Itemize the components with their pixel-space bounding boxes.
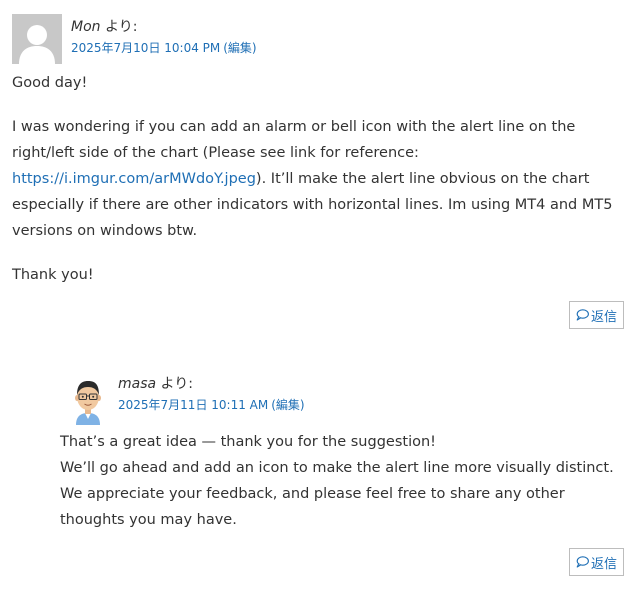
comment-date-line: 2025年7月10日 10:04 PM (編集) (71, 40, 257, 56)
comment-meta: Mon より: 2025年7月10日 10:04 PM (編集) (12, 14, 624, 64)
reply-row: 返信 (568, 548, 624, 576)
edit-link[interactable]: (編集) (271, 398, 304, 412)
comment-body: That’s a great idea — thank you for the … (60, 429, 624, 533)
comment-line: We’ll go ahead and add an icon to make t… (60, 460, 614, 476)
comment-body: Good day! I was wondering if you can add… (12, 70, 624, 288)
comment-text-part1: I was wondering if you can add an alarm … (12, 119, 576, 161)
author-suffix: より: (156, 376, 193, 392)
comment-date-link[interactable]: 2025年7月11日 10:11 AM (118, 398, 268, 412)
comment-author[interactable]: Mon (71, 19, 101, 35)
reply-button[interactable]: 返信 (568, 301, 624, 329)
comment-author-line: Mon より: (71, 18, 137, 36)
comment-line: That’s a great idea — thank you for the … (60, 434, 436, 450)
comment-author-line: masa より: (118, 375, 193, 393)
comment-greeting: Good day! (12, 75, 88, 91)
speech-bubble-icon (576, 556, 589, 568)
edit-link[interactable]: (編集) (223, 41, 256, 55)
comment-date-link[interactable]: 2025年7月10日 10:04 PM (71, 41, 220, 55)
reference-link[interactable]: https://i.imgur.com/arMWdoY.jpeg (12, 171, 256, 187)
speech-bubble-icon (576, 309, 589, 321)
comment-author[interactable]: masa (118, 376, 156, 392)
comment-closing: Thank you! (12, 267, 94, 283)
reply-row: 返信 (568, 301, 624, 329)
default-avatar-icon (12, 14, 62, 64)
comment-line: We appreciate your feedback, and please … (60, 486, 565, 528)
comment-date-line: 2025年7月11日 10:11 AM (編集) (118, 397, 305, 413)
comment-mon: Mon より: 2025年7月10日 10:04 PM (編集) Good day… (12, 14, 624, 329)
reply-label: 返信 (590, 556, 617, 572)
author-suffix: より: (100, 19, 138, 35)
comment-masa: masa より: 2025年7月11日 10:11 AM (編集) That’s … (60, 373, 624, 576)
reply-label: 返信 (590, 309, 617, 325)
reply-button[interactable]: 返信 (568, 548, 624, 576)
man-with-glasses-avatar-icon (66, 377, 110, 425)
comment-meta: masa より: 2025年7月11日 10:11 AM (編集) (60, 373, 624, 425)
comment-paragraph: I was wondering if you can add an alarm … (12, 114, 624, 244)
